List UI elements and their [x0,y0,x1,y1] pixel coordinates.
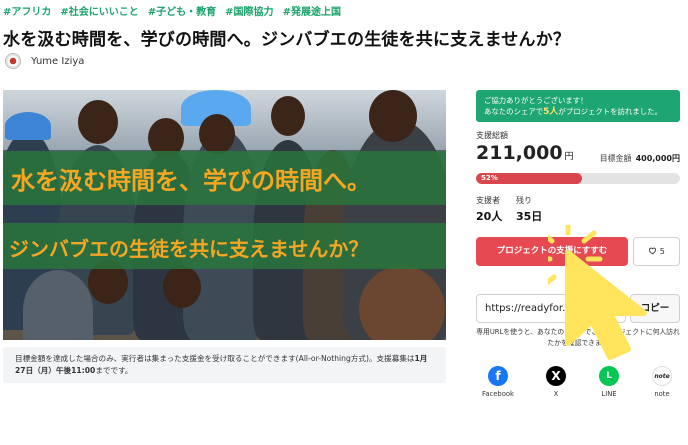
funding-amount: 211,000 円 [476,142,574,164]
amount-value: 211,000 [476,142,563,164]
person-shape [23,270,93,340]
share-label: Facebook [482,390,514,398]
hero-caption-line1: 水を汲む時間を、学びの時間へ。 [3,151,446,205]
share-label: X [553,390,559,398]
goal-amount: 目標金額 400,000円 [600,153,680,164]
line-icon: L [599,366,619,386]
copy-button[interactable]: コピー [630,294,680,323]
share-url-note: 専用URLを使うと、あなたのシェアでこのプロジェクトに何人訪れたかを確認できます [476,328,680,347]
support-project-button[interactable]: プロジェクトの支援にすすむ [476,237,628,266]
project-title: 水を汲む時間を、学びの時間へ。ジンバブエの生徒を共に支えませんか？ [3,30,571,50]
tag-link[interactable]: #発展途上国 [283,3,341,18]
facebook-icon: f [488,366,508,386]
head-shape [78,100,118,144]
goal-value: 400,000円 [635,154,680,163]
visitor-count: 5人 [543,107,559,117]
x-icon: X [546,366,566,386]
heart-icon [649,247,657,255]
head-shape [369,90,417,142]
supporters-value: 20人 [476,210,503,223]
amount-unit: 円 [564,152,574,162]
share-url-field[interactable] [476,294,626,323]
thanks-text: あなたのシェアで [484,107,544,116]
share-facebook[interactable]: f Facebook [476,366,520,398]
share-label: LINE [601,390,617,398]
share-label: note [654,390,670,398]
share-x[interactable]: X X [534,366,578,398]
notice-text-end: までです。 [95,366,133,375]
notice-text: 目標金額を達成した場合のみ、実行者は集まった支援金を受け取ることができます(Al… [15,354,415,363]
note-icon: note [652,366,672,386]
progress-fill: 52% [476,173,583,184]
share-line[interactable]: L LINE [587,366,631,398]
goal-label: 目標金額 [599,154,632,163]
share-note[interactable]: note note [640,366,684,398]
all-or-nothing-notice: 目標金額を達成した場合のみ、実行者は集まった支援金を受け取ることができます(Al… [3,347,446,383]
thanks-line2: あなたのシェアで5人がプロジェクトを訪れました。 [484,106,672,118]
hero-caption-line2: ジンバブエの生徒を共に支えませんか？ [3,223,446,269]
head-shape [271,96,305,136]
tag-link[interactable]: #アフリカ [3,3,51,18]
thanks-text-end: がプロジェクトを訪れました。 [558,107,662,116]
avatar[interactable] [5,53,21,69]
remaining-value: 35日 [516,210,543,223]
progress-bar: 52% [476,173,680,184]
remaining-label: 残り [516,196,532,205]
hero-image: 水を汲む時間を、学びの時間へ。 ジンバブエの生徒を共に支えませんか？ [3,90,446,340]
tag-link[interactable]: #社会にいいこと [60,3,138,18]
like-count: 5 [659,247,665,256]
head-shape [199,114,235,154]
thanks-line1: ご協力ありがとうございます！ [484,96,588,105]
funding-label: 支援総額 [476,131,508,140]
share-thanks-banner: ご協力ありがとうございます！ あなたのシェアで5人がプロジェクトを訪れました。 [476,90,680,122]
supporters-label: 支援者 [476,196,500,205]
tag-list: #アフリカ #社会にいいこと #子ども・教育 #国際協力 #発展途上国 [3,3,341,18]
head-shape [163,266,201,308]
cap-shape [5,112,51,140]
tag-link[interactable]: #国際協力 [225,3,273,18]
like-button[interactable]: 5 [633,237,680,266]
tag-link[interactable]: #子ども・教育 [148,3,216,18]
author[interactable]: Yume Iziya [5,53,84,69]
author-name[interactable]: Yume Iziya [31,56,84,67]
